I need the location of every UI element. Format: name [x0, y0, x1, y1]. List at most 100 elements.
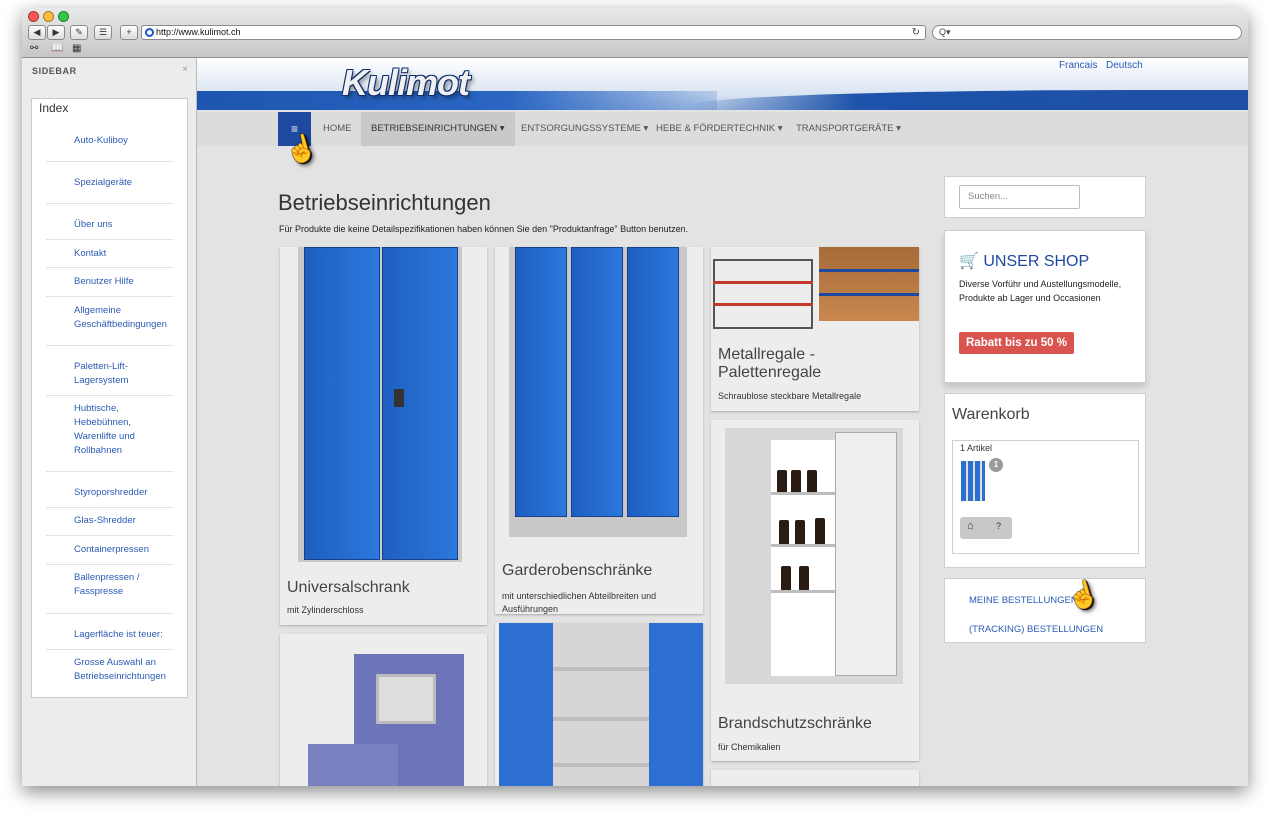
nav-entsorgungssysteme[interactable]: ENTSORGUNGSSYSTEME ▾ — [511, 112, 658, 146]
sidebar-item-agb[interactable]: Allgemeine Geschäftbedingungen — [74, 304, 174, 332]
header-swoosh — [688, 90, 1248, 110]
cart-icon: 🛒 — [959, 253, 979, 270]
tracking-orders-link[interactable]: (TRACKING) BESTELLUNGEN — [969, 624, 1103, 635]
close-icon[interactable]: × — [182, 64, 188, 75]
site-icon — [145, 28, 154, 37]
product-desc: mit Zylinderschloss — [287, 605, 364, 615]
product-card-universalschrank[interactable]: Universalschrank mit Zylinderschloss — [280, 247, 487, 625]
reload-icon[interactable]: ↻ — [912, 26, 920, 39]
sidebar-panel: Index Auto-Kuliboy Spezialgeräte Über un… — [31, 98, 188, 698]
shop-text: Diverse Vorführ und Austellungsmodelle, … — [959, 279, 1122, 303]
product-desc: für Chemikalien — [718, 742, 781, 752]
address-bar[interactable]: http://www.kulimot.ch ↻ — [141, 25, 926, 40]
product-card-more[interactable] — [711, 770, 919, 786]
sidebar-item-benutzer-hilfe[interactable]: Benutzer Hilfe — [74, 275, 174, 289]
cart-box: Warenkorb 1 Artikel 1 ⌂ ? — [944, 393, 1146, 568]
sidebar-item-paletten-lift[interactable]: Paletten-Lift-Lagersystem — [74, 360, 174, 388]
product-card-garderobenschraenke[interactable]: Garderobenschränke mit unterschiedlichen… — [495, 247, 703, 614]
product-card-brandschutzschraenke[interactable]: Brandschutzschränke für Chemikalien — [711, 420, 919, 761]
product-title[interactable]: Universalschrank — [287, 579, 410, 597]
divider — [46, 507, 173, 508]
lang-francais[interactable]: Francais — [1059, 60, 1097, 71]
divider — [46, 613, 173, 614]
product-card-werkstattschrank[interactable] — [495, 623, 703, 786]
divider — [46, 239, 173, 240]
search-icon: Q▾ — [939, 27, 951, 37]
close-window-button[interactable] — [28, 11, 39, 22]
sidebar-index-heading: Index — [39, 101, 69, 115]
orders-box: MEINE BESTELLUNGEN (TRACKING) BESTELLUNG… — [944, 578, 1146, 643]
divider — [46, 649, 173, 650]
my-orders-link[interactable]: MEINE BESTELLUNGEN — [969, 595, 1078, 606]
browser-window: ◀ ▶ ✎ ☰ + http://www.kulimot.ch ↻ Q▾ ⚯ 📖… — [22, 8, 1248, 786]
product-card-metallregale[interactable]: Metallregale - Palettenregale Schraublos… — [711, 247, 919, 411]
site-search-input[interactable]: Suchen... — [959, 185, 1080, 209]
divider — [46, 203, 173, 204]
back-button[interactable]: ◀ — [28, 25, 46, 40]
nav-transportgeraete[interactable]: TRANSPORTGERÄTE ▾ — [786, 112, 911, 146]
web-page: Kulimot Francais Deutsch ≡ HOME BETRIEBS… — [197, 58, 1248, 786]
wrench-icon: ✎ — [75, 27, 83, 37]
sidebar-item-hubtische[interactable]: Hubtische, Hebebühnen, Warenlifte und Ro… — [74, 402, 174, 458]
sidebar-item-ballenpressen[interactable]: Ballenpressen / Fasspresse — [74, 571, 174, 599]
add-tab-button[interactable]: + — [120, 25, 138, 40]
product-title[interactable]: Brandschutzschränke — [718, 715, 872, 733]
basket-icon[interactable]: ⌂ — [967, 520, 974, 532]
cart-actions: ⌂ ? — [960, 517, 1012, 539]
cart-title: Warenkorb — [952, 406, 1030, 423]
address-text: http://www.kulimot.ch — [156, 27, 241, 37]
browser-toolbar: ◀ ▶ ✎ ☰ + http://www.kulimot.ch ↻ Q▾ ⚯ 📖… — [22, 8, 1248, 58]
shop-box: 🛒 UNSER SHOP Diverse Vorführ und Austell… — [944, 230, 1146, 383]
sidebar-item-containerpressen[interactable]: Containerpressen — [74, 543, 174, 557]
divider — [46, 296, 173, 297]
zoom-window-button[interactable] — [58, 11, 69, 22]
divider — [46, 564, 173, 565]
divider — [46, 535, 173, 536]
nav-hebe-foerdertechnik[interactable]: HEBE & FÖRDERTECHNIK ▾ — [646, 112, 793, 146]
bookmarks-icon[interactable]: 📖 — [51, 43, 63, 54]
sidebar-item-lagerflaeche[interactable]: Lagerfläche ist teuer: — [74, 628, 174, 642]
sidebar-item-spezialgeraete[interactable]: Spezialgeräte — [74, 176, 174, 190]
divider — [46, 471, 173, 472]
divider — [46, 161, 173, 162]
reader-icon: ☰ — [98, 27, 108, 37]
product-card-computerschrank[interactable] — [280, 634, 487, 786]
product-desc: mit unterschiedlichen Abteilbreiten und … — [502, 591, 657, 614]
sidebar-item-glas-shredder[interactable]: Glas-Shredder — [74, 514, 174, 528]
product-desc: Schraublose steckbare Metallregale — [718, 391, 862, 401]
search-box: Suchen... — [944, 176, 1146, 218]
minimize-window-button[interactable] — [43, 11, 54, 22]
forward-button[interactable]: ▶ — [47, 25, 65, 40]
sidebar-title: SIDEBAR — [32, 66, 77, 76]
cart-item-badge: 1 — [989, 458, 1003, 472]
site-logo[interactable]: Kulimot — [342, 62, 470, 104]
sidebar-item-auto-kuliboy[interactable]: Auto-Kuliboy — [74, 134, 174, 148]
tools-button[interactable]: ✎ — [70, 25, 88, 40]
sidebar-item-kontakt[interactable]: Kontakt — [74, 247, 174, 261]
lang-deutsch[interactable]: Deutsch — [1106, 60, 1143, 71]
divider — [46, 395, 173, 396]
sidebar: SIDEBAR × Index Auto-Kuliboy Spezialgerä… — [22, 58, 197, 786]
nav-home[interactable]: HOME — [313, 112, 362, 146]
browser-search-field[interactable]: Q▾ — [932, 25, 1242, 40]
divider — [46, 267, 173, 268]
top-sites-icon[interactable]: ▦ — [72, 43, 81, 54]
product-title[interactable]: Garderobenschränke — [502, 562, 652, 580]
main-nav: ≡ HOME BETRIEBSEINRICHTUNGEN ▾ ENTSORGUN… — [197, 112, 1248, 146]
sidebar-item-ueber-uns[interactable]: Über uns — [74, 218, 174, 232]
help-button[interactable]: ? — [996, 521, 1001, 531]
divider — [46, 345, 173, 346]
cart-panel: 1 Artikel 1 ⌂ ? — [952, 440, 1139, 554]
reading-list-icon[interactable]: ⚯ — [30, 43, 38, 54]
sidebar-item-grosse-auswahl[interactable]: Grosse Auswahl an Betriebseinrichtungen — [74, 656, 174, 684]
reader-button[interactable]: ☰ — [94, 25, 112, 40]
cart-count: 1 Artikel — [960, 443, 993, 453]
nav-betriebseinrichtungen[interactable]: BETRIEBSEINRICHTUNGEN ▾ — [361, 112, 515, 146]
discount-badge[interactable]: Rabatt bis zu 50 % — [959, 332, 1074, 354]
shop-title[interactable]: 🛒 UNSER SHOP — [959, 251, 1089, 271]
product-title[interactable]: Metallregale - Palettenregale — [718, 346, 908, 382]
site-header: Kulimot Francais Deutsch — [197, 58, 1248, 110]
sidebar-item-styroporshredder[interactable]: Styroporshredder — [74, 486, 174, 500]
page-subtitle: Für Produkte die keine Detailspezifikati… — [279, 224, 689, 234]
page-title: Betriebseinrichtungen — [278, 190, 491, 215]
